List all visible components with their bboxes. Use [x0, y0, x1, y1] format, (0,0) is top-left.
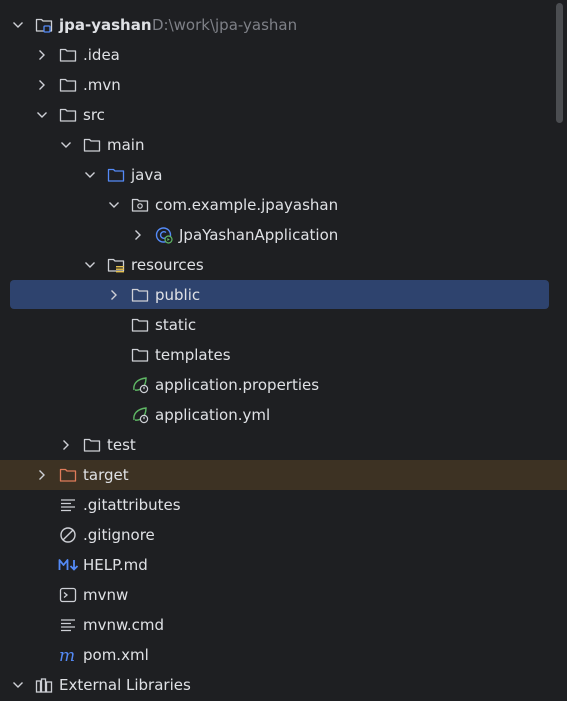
source-folder-icon: [107, 166, 125, 184]
tree-label-public: public: [155, 286, 201, 304]
ignore-file-icon: [59, 526, 77, 544]
tree-row-pom[interactable]: m pom.xml: [0, 640, 567, 670]
project-name: jpa-yashan: [59, 16, 152, 34]
spring-config-icon: [131, 376, 149, 394]
module-folder-icon: [35, 16, 53, 34]
tree-row-src[interactable]: src: [0, 100, 567, 130]
tree-label-static: static: [155, 316, 197, 334]
chevron-right-icon[interactable]: [58, 437, 74, 453]
tree-row-app-class[interactable]: JpaYashanApplication: [0, 220, 567, 250]
tree-label-mvnw: mvnw: [83, 586, 129, 604]
project-path: D:\work\jpa-yashan: [152, 16, 298, 34]
chevron-right-icon[interactable]: [34, 77, 50, 93]
folder-icon: [59, 46, 77, 64]
text-file-icon: [59, 616, 77, 634]
tree-label-target: target: [83, 466, 129, 484]
tree-label-pom: pom.xml: [83, 646, 149, 664]
folder-icon: [131, 286, 149, 304]
tree-row-resources[interactable]: resources: [0, 250, 567, 280]
chevron-down-icon[interactable]: [82, 167, 98, 183]
tree-row-app-yml[interactable]: application.yml: [0, 400, 567, 430]
tree-row-gitignore[interactable]: .gitignore: [0, 520, 567, 550]
tree-row-java[interactable]: java: [0, 160, 567, 190]
tree-label-app-yml: application.yml: [155, 406, 271, 424]
chevron-down-icon[interactable]: [82, 257, 98, 273]
vertical-scrollbar[interactable]: [556, 3, 563, 123]
folder-icon: [59, 76, 77, 94]
chevron-right-icon[interactable]: [106, 287, 122, 303]
tree-row-main[interactable]: main: [0, 130, 567, 160]
tree-label-mvn: .mvn: [83, 76, 121, 94]
markdown-icon: [58, 556, 80, 574]
folder-icon: [131, 346, 149, 364]
excluded-folder-icon: [59, 466, 77, 484]
tree-label-idea: .idea: [83, 46, 120, 64]
spring-boot-class-icon: [155, 226, 173, 244]
tree-row-templates[interactable]: templates: [0, 340, 567, 370]
folder-icon: [59, 106, 77, 124]
tree-label-app-properties: application.properties: [155, 376, 320, 394]
chevron-down-icon[interactable]: [10, 677, 26, 693]
tree-label-gitignore: .gitignore: [83, 526, 155, 544]
chevron-right-icon[interactable]: [130, 227, 146, 243]
tree-label-resources: resources: [131, 256, 204, 274]
folder-icon: [83, 436, 101, 454]
shell-script-icon: [59, 586, 77, 604]
tree-label-help-md: HELP.md: [83, 556, 148, 574]
tree-row-public[interactable]: public: [0, 280, 567, 310]
chevron-right-icon[interactable]: [34, 467, 50, 483]
maven-icon: m: [59, 646, 77, 664]
chevron-down-icon[interactable]: [58, 137, 74, 153]
tree-row-static[interactable]: static: [0, 310, 567, 340]
tree-label-test: test: [107, 436, 136, 454]
folder-icon: [83, 136, 101, 154]
chevron-down-icon[interactable]: [106, 197, 122, 213]
tree-label-package: com.example.jpayashan: [155, 196, 339, 214]
package-icon: [131, 196, 149, 214]
project-tree: jpa-yashan D:\work\jpa-yashan .idea .mvn…: [0, 10, 567, 700]
tree-row-mvnw-cmd[interactable]: mvnw.cmd: [0, 610, 567, 640]
tree-label-app-class: JpaYashanApplication: [179, 226, 339, 244]
tree-row-gitattributes[interactable]: .gitattributes: [0, 490, 567, 520]
tree-label-java: java: [131, 166, 163, 184]
chevron-down-icon[interactable]: [34, 107, 50, 123]
tree-row-idea[interactable]: .idea: [0, 40, 567, 70]
folder-icon: [131, 316, 149, 334]
tree-row-app-properties[interactable]: application.properties: [0, 370, 567, 400]
tree-row-package[interactable]: com.example.jpayashan: [0, 190, 567, 220]
tree-label-main: main: [107, 136, 145, 154]
tree-row-test[interactable]: test: [0, 430, 567, 460]
libraries-icon: [35, 676, 53, 694]
tree-row-mvnw[interactable]: mvnw: [0, 580, 567, 610]
chevron-down-icon[interactable]: [10, 17, 26, 33]
text-file-icon: [59, 496, 77, 514]
spring-config-icon: [131, 406, 149, 424]
tree-label-gitattributes: .gitattributes: [83, 496, 181, 514]
chevron-right-icon[interactable]: [34, 47, 50, 63]
svg-text:m: m: [59, 646, 75, 664]
resources-folder-icon: [107, 256, 125, 274]
tree-row-external-libraries[interactable]: External Libraries: [0, 670, 567, 700]
tree-row-target[interactable]: target: [0, 460, 567, 490]
tree-label-src: src: [83, 106, 105, 124]
tree-label-mvnw-cmd: mvnw.cmd: [83, 616, 165, 634]
tree-label-templates: templates: [155, 346, 231, 364]
tree-row-mvn[interactable]: .mvn: [0, 70, 567, 100]
tree-row-jpa-yashan[interactable]: jpa-yashan D:\work\jpa-yashan: [0, 10, 567, 40]
tree-label-external-libraries: External Libraries: [59, 676, 191, 694]
tree-row-help-md[interactable]: HELP.md: [0, 550, 567, 580]
